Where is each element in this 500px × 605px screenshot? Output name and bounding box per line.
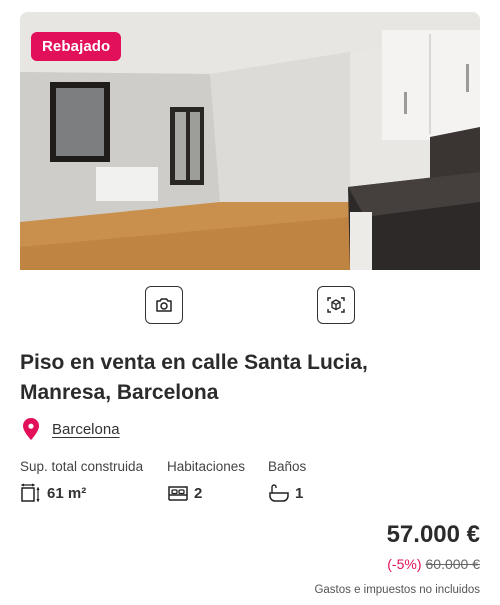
feature-value: 1 (295, 484, 304, 502)
feature-value: 61 m² (47, 484, 87, 502)
map-pin-icon (23, 418, 39, 440)
area-icon (20, 483, 40, 503)
location: Barcelona (20, 417, 120, 441)
price: 57.000 € (386, 521, 480, 548)
bathtub-icon (269, 484, 289, 502)
feature-value: 2 (194, 484, 203, 502)
feature-area: Sup. total construida 61 m² (20, 458, 143, 503)
feature-label: Baños (268, 459, 307, 474)
photos-button[interactable] (145, 286, 183, 324)
old-price: 60.000 € (425, 556, 481, 572)
feature-label: Sup. total construida (20, 459, 144, 474)
listing-title[interactable]: Piso en venta en calle Santa Lucia, Manr… (20, 348, 460, 408)
feature-rooms: Habitaciones 2 (167, 458, 245, 503)
discount-percent: (-5%) (387, 556, 422, 572)
reduced-price-badge: Rebajado (31, 32, 122, 61)
taxes-note: Gastos e impuestos no incluidos (314, 584, 480, 596)
location-link[interactable]: Barcelona (52, 421, 120, 438)
feature-bathrooms: Baños 1 (268, 458, 306, 503)
camera-icon (156, 298, 172, 312)
virtual-tour-icon (327, 297, 345, 313)
virtual-tour-button[interactable] (317, 286, 355, 324)
price-discount: (-5%) 60.000 € (387, 556, 480, 572)
feature-label: Habitaciones (167, 459, 246, 474)
bed-icon (168, 486, 188, 501)
